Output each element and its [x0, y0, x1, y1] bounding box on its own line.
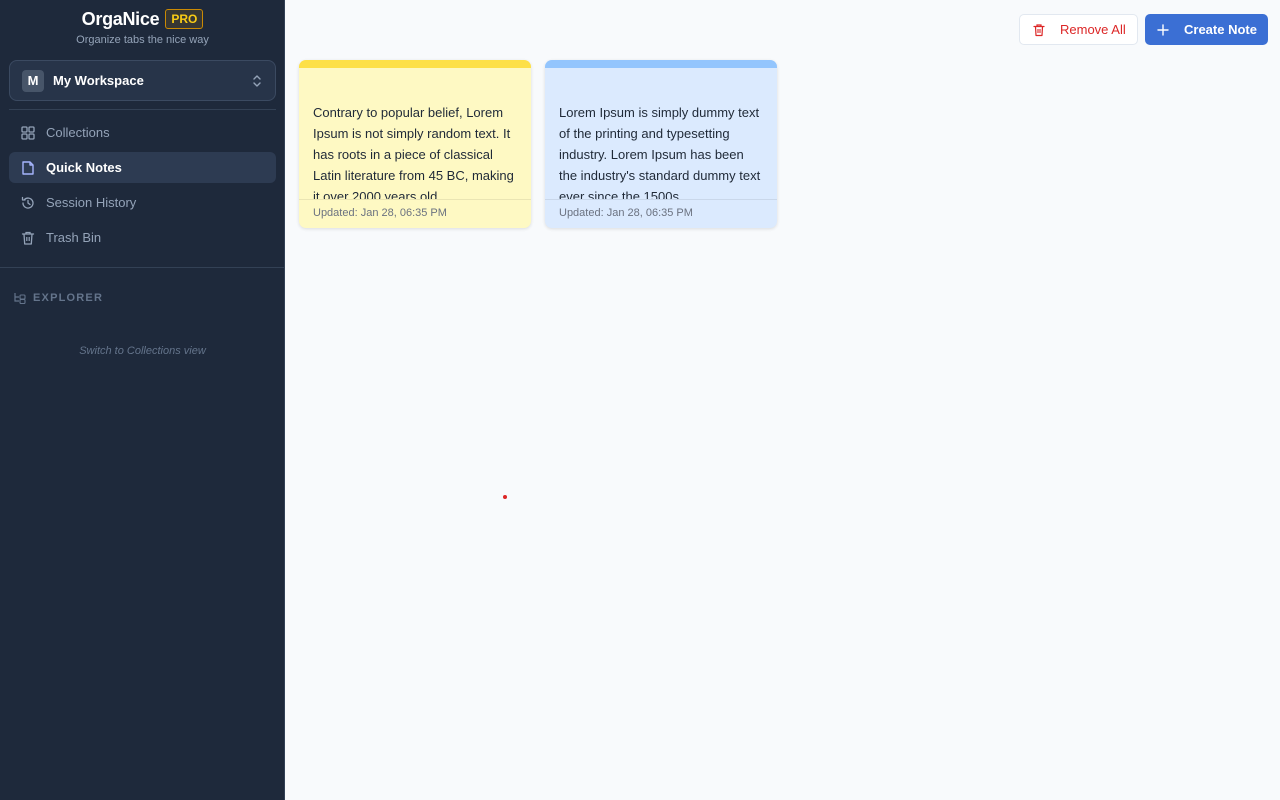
plus-icon	[1157, 23, 1169, 36]
note-icon	[22, 160, 34, 175]
note-updated: Updated: Jan 28, 06:35 PM	[545, 199, 777, 228]
create-note-label: Create Note	[1184, 22, 1257, 37]
sidebar-item-session-history[interactable]: Session History	[9, 187, 276, 218]
explorer-header: EXPLORER	[13, 291, 103, 305]
note-body: Lorem Ipsum is simply dummy text of the …	[559, 105, 761, 199]
explorer-label: EXPLORER	[33, 292, 104, 304]
workspace-switcher[interactable]: M My Workspace	[9, 60, 276, 101]
note-card[interactable]: Lorem Ipsum is simply dummy text of the …	[545, 60, 777, 228]
grid-icon	[21, 125, 35, 140]
sidebar-item-collections[interactable]: Collections	[9, 117, 276, 148]
sidebar: OrgaNice PRO Organize tabs the nice way …	[0, 0, 285, 800]
workspace-name: My Workspace	[53, 73, 144, 88]
sidebar-item-trash-bin[interactable]: Trash Bin	[9, 222, 276, 253]
app-tagline: Organize tabs the nice way	[76, 34, 209, 46]
explorer-hint: Switch to Collections view	[79, 345, 206, 357]
remove-all-button[interactable]: Remove All	[1019, 14, 1138, 45]
workspace-avatar: M	[22, 69, 44, 92]
pro-badge: PRO	[165, 9, 204, 29]
sidebar-item-label: Quick Notes	[46, 160, 122, 175]
sidebar-divider	[0, 267, 284, 268]
sidebar-item-label: Trash Bin	[46, 230, 102, 245]
trash-icon	[1033, 23, 1045, 36]
sidebar-item-quick-notes[interactable]: Quick Notes	[9, 152, 276, 183]
cursor-indicator	[503, 495, 507, 499]
chevron-up-down-icon	[253, 74, 261, 87]
history-icon	[21, 196, 34, 209]
sidebar-nav: Collections Quick Notes Session History	[9, 117, 276, 257]
app-logo-name: OrgaNice	[81, 8, 160, 29]
note-card[interactable]: Contrary to popular belief, Lorem Ipsum …	[299, 60, 531, 228]
create-note-button[interactable]: Create Note	[1145, 14, 1268, 45]
note-color-bar	[545, 60, 777, 68]
remove-all-label: Remove All	[1060, 22, 1126, 37]
sidebar-divider	[9, 109, 276, 110]
sidebar-item-label: Session History	[46, 195, 137, 210]
note-body: Contrary to popular belief, Lorem Ipsum …	[313, 105, 514, 199]
brand: OrgaNice PRO Organize tabs the nice way	[0, 8, 285, 47]
trash-icon	[21, 231, 35, 245]
note-color-bar	[299, 60, 531, 68]
note-updated: Updated: Jan 28, 06:35 PM	[299, 199, 531, 228]
tree-icon	[14, 293, 26, 305]
sidebar-item-label: Collections	[46, 125, 110, 140]
